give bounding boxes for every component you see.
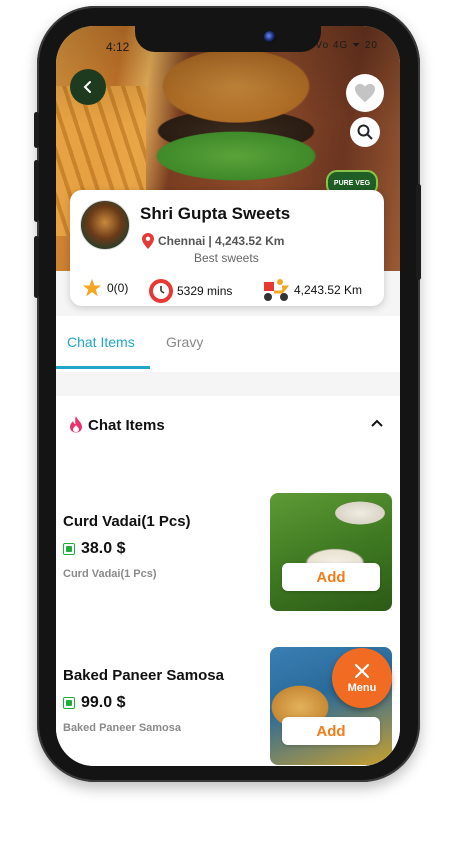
category-tabs: Chat Items Gravy xyxy=(56,316,400,372)
menu-section: Chat Items Curd Vadai(1 Pcs) 38.0 $ Curd… xyxy=(56,396,400,766)
back-button[interactable] xyxy=(70,69,106,105)
menu-fab-button[interactable]: Menu xyxy=(332,648,392,708)
section-header[interactable] xyxy=(68,415,84,438)
cutlery-icon xyxy=(354,663,370,679)
rating-value: 0(0) xyxy=(107,281,129,295)
store-info-card: Shri Gupta Sweets Chennai | 4,243.52 Km … xyxy=(70,190,384,306)
status-icons: Vo 4G ⏷ 20 xyxy=(315,40,378,51)
item-description: Curd Vadai(1 Pcs) xyxy=(63,568,157,580)
store-city: Chennai xyxy=(158,234,206,248)
store-name: Shri Gupta Sweets xyxy=(140,204,291,223)
favorite-button[interactable] xyxy=(346,74,384,112)
item-price: 99.0 $ xyxy=(63,694,125,712)
notch xyxy=(135,26,321,52)
heart-icon xyxy=(355,83,375,103)
volume-up-button xyxy=(34,160,39,222)
volume-down-button xyxy=(34,236,39,298)
delivery-stat: 4,243.52 Km xyxy=(262,278,362,302)
veg-icon xyxy=(63,697,75,709)
item-image[interactable]: Add xyxy=(270,493,392,611)
rating-stat: 0(0) xyxy=(82,278,128,298)
timer-icon xyxy=(149,279,173,303)
collapse-button[interactable] xyxy=(370,416,384,435)
item-price-value: 38.0 $ xyxy=(81,540,126,557)
active-tab-indicator xyxy=(56,366,150,369)
menu-item: Curd Vadai(1 Pcs) 38.0 $ Curd Vadai(1 Pc… xyxy=(56,468,400,611)
item-name: Baked Paneer Samosa xyxy=(63,667,224,684)
item-name: Curd Vadai(1 Pcs) xyxy=(63,513,191,530)
store-tagline: Best sweets xyxy=(194,251,259,265)
delivery-scooter-icon xyxy=(264,279,290,301)
add-button[interactable]: Add xyxy=(282,563,380,591)
add-button[interactable]: Add xyxy=(282,717,380,745)
veg-icon xyxy=(63,543,75,555)
chevron-left-icon xyxy=(83,81,91,93)
time-value: 5329 mins xyxy=(177,284,233,298)
time-stat: 5329 mins xyxy=(148,278,232,304)
star-icon xyxy=(82,278,102,297)
store-location: Chennai | 4,243.52 Km xyxy=(142,233,284,249)
fire-icon xyxy=(70,416,82,433)
search-button[interactable] xyxy=(350,117,380,147)
item-price: 38.0 $ xyxy=(63,540,125,558)
volume-button xyxy=(34,112,39,148)
search-icon xyxy=(357,124,373,140)
app-screen: 4:12 Vo 4G ⏷ 20 PURE VEG Shri Gupta Swee… xyxy=(56,26,400,766)
store-logo xyxy=(80,200,130,250)
item-description: Baked Paneer Samosa xyxy=(63,722,182,734)
tab-gravy[interactable]: Gravy xyxy=(166,334,203,350)
status-time: 4:12 xyxy=(106,40,130,54)
power-button xyxy=(416,184,421,280)
location-pin-icon xyxy=(142,233,154,249)
tab-chat-items[interactable]: Chat Items xyxy=(67,334,135,350)
store-distance: | 4,243.52 Km xyxy=(208,234,285,248)
chevron-up-icon xyxy=(371,419,383,427)
section-title: Chat Items xyxy=(88,417,165,434)
item-price-value: 99.0 $ xyxy=(81,694,126,711)
menu-fab-label: Menu xyxy=(347,682,377,694)
delivery-distance: 4,243.52 Km xyxy=(294,283,363,297)
camera xyxy=(264,31,276,43)
